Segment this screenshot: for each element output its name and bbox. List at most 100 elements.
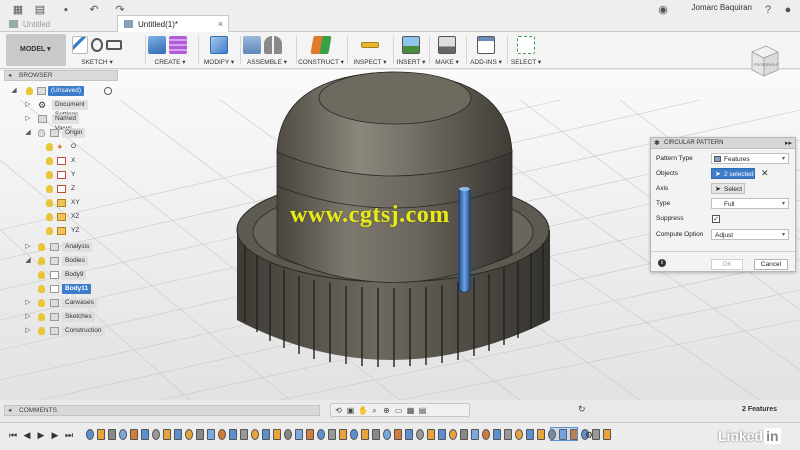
chevron-down-icon[interactable]: ◢ [24,255,32,267]
visibility-bulb-icon[interactable] [46,199,53,207]
compute-option-select[interactable]: Adjust ▾ [711,229,789,240]
objects-selection[interactable]: ➤ 2 selected [711,168,755,179]
look-at-icon[interactable]: ▣ [346,406,355,415]
timeline-feature-icon[interactable] [350,429,358,440]
timeline-feature-icon[interactable] [229,429,237,440]
timeline-feature-icon[interactable] [130,429,138,440]
pan-icon[interactable]: ✋ [358,406,368,415]
visibility-bulb-icon[interactable] [38,299,45,307]
ribbon-group-insert[interactable]: INSERT ▾ [396,33,426,67]
axis-selection[interactable]: ➤ Select [711,183,745,194]
sketch-icon[interactable] [72,36,88,54]
visibility-bulb-icon[interactable] [38,243,45,251]
visibility-bulb-icon[interactable] [46,185,53,193]
visibility-bulb-icon[interactable] [38,257,45,265]
close-icon[interactable]: × [218,16,223,33]
go-to-end-icon[interactable]: ⏭ [64,429,74,441]
visibility-bulb-icon[interactable] [38,313,45,321]
tab-untitled[interactable]: Untitled [2,15,114,32]
user-menu-icon[interactable]: ● [780,2,796,18]
joint-icon[interactable] [264,36,282,54]
timeline-feature-icon[interactable] [383,429,391,440]
timeline-feature-icon[interactable] [119,429,127,440]
ribbon-group-add-ins[interactable]: ADD-INS ▾ [469,33,503,67]
timeline-feature-icon[interactable] [427,429,435,440]
chevron-right-icon[interactable]: ▷ [24,311,32,323]
view-cube[interactable]: FRONT RIGHT [744,42,784,82]
zoom-window-icon[interactable]: ⊕ [382,406,391,415]
browser-header[interactable]: ◂ BROWSER [4,70,118,81]
chevron-right-icon[interactable]: ▷ [24,99,32,111]
timeline-feature-icon[interactable] [493,429,501,440]
scripts-icon[interactable] [477,36,495,54]
print-3d-icon[interactable] [438,36,456,54]
plane-icon[interactable] [310,36,332,54]
ok-button[interactable]: OK [711,259,743,270]
ribbon-group-modify[interactable]: MODIFY ▾ [201,33,237,67]
timeline-feature-icon[interactable] [108,429,116,440]
timeline-feature-icon[interactable] [251,429,259,440]
timeline-marker[interactable] [550,427,578,441]
question-icon[interactable]: ? [760,2,776,18]
ribbon-group-select[interactable]: SELECT ▾ [510,33,542,67]
tree-root[interactable]: ◢ (Unsaved) [10,85,120,97]
visibility-bulb-icon[interactable] [46,213,53,221]
timeline-feature-icon[interactable] [394,429,402,440]
timeline-feature-icon[interactable] [185,429,193,440]
comments-panel[interactable]: ◂ COMMENTS [4,405,320,416]
ribbon-group-inspect[interactable]: INSPECT ▾ [350,33,390,67]
type-select[interactable]: Full ▾ [711,198,789,209]
dialog-header[interactable]: ✱ CIRCULAR PATTERN ▸▸ [651,138,795,149]
cancel-button[interactable]: Cancel [754,259,788,270]
visibility-bulb-icon[interactable] [46,227,53,235]
timeline-feature-icon[interactable] [460,429,468,440]
timeline-feature-icon[interactable] [328,429,336,440]
visibility-bulb-icon[interactable] [38,327,45,335]
circle-icon[interactable] [90,38,104,52]
timeline-feature-icon[interactable] [438,429,446,440]
timeline-feature-icon[interactable] [405,429,413,440]
visibility-bulb-icon[interactable] [46,171,53,179]
timeline-feature-icon[interactable] [262,429,270,440]
visibility-bulb-icon[interactable] [46,143,53,151]
chevron-right-icon[interactable]: ▷ [24,297,32,309]
chevron-right-icon[interactable]: ▷ [24,325,32,337]
play-icon[interactable]: ▶ [36,429,46,441]
rectangle-icon[interactable] [106,40,122,50]
viewports-icon[interactable]: ▤ [418,406,427,415]
timeline-feature-icon[interactable] [273,429,281,440]
step-back-icon[interactable]: ◀ [22,429,32,441]
zoom-icon[interactable]: ⌕ [370,406,379,415]
clear-selection-icon[interactable]: ✕ [761,168,769,179]
chevron-right-icon[interactable]: ▷ [24,241,32,253]
help-icon[interactable]: ◉ [655,2,671,18]
ribbon-group-create[interactable]: CREATE ▾ [148,33,192,67]
ribbon-group-make[interactable]: MAKE ▾ [432,33,462,67]
workspace-switcher[interactable]: MODEL ▾ [6,34,66,66]
timeline-feature-icon[interactable] [163,429,171,440]
timeline-feature-icon[interactable] [306,429,314,440]
ribbon-group-construct[interactable]: CONSTRUCT ▾ [298,33,344,67]
visibility-bulb-icon[interactable] [38,129,45,137]
timeline-feature-icon[interactable] [196,429,204,440]
ribbon-group-assemble[interactable]: ASSEMBLE ▾ [243,33,291,67]
timeline-features[interactable] [86,428,611,442]
timeline-feature-icon[interactable] [471,429,479,440]
timeline-feature-icon[interactable] [416,429,424,440]
step-forward-icon[interactable]: ▶ [50,429,60,441]
timeline-feature-icon[interactable] [207,429,215,440]
timeline-feature-icon[interactable] [317,429,325,440]
activate-radio-icon[interactable] [104,87,112,95]
timeline-feature-icon[interactable] [97,429,105,440]
go-to-start-icon[interactable]: ⏮ [8,429,18,441]
visibility-bulb-icon[interactable] [46,157,53,165]
timeline-feature-icon[interactable] [86,429,94,440]
form-icon[interactable] [169,36,187,54]
visibility-bulb-icon[interactable] [38,271,45,279]
timeline-feature-icon[interactable] [295,429,303,440]
tab-untitled-1[interactable]: Untitled(1)* × [117,15,229,32]
timeline-feature-icon[interactable] [504,429,512,440]
timeline-feature-icon[interactable] [603,429,611,440]
visibility-bulb-icon[interactable] [38,285,45,293]
timeline-feature-icon[interactable] [174,429,182,440]
